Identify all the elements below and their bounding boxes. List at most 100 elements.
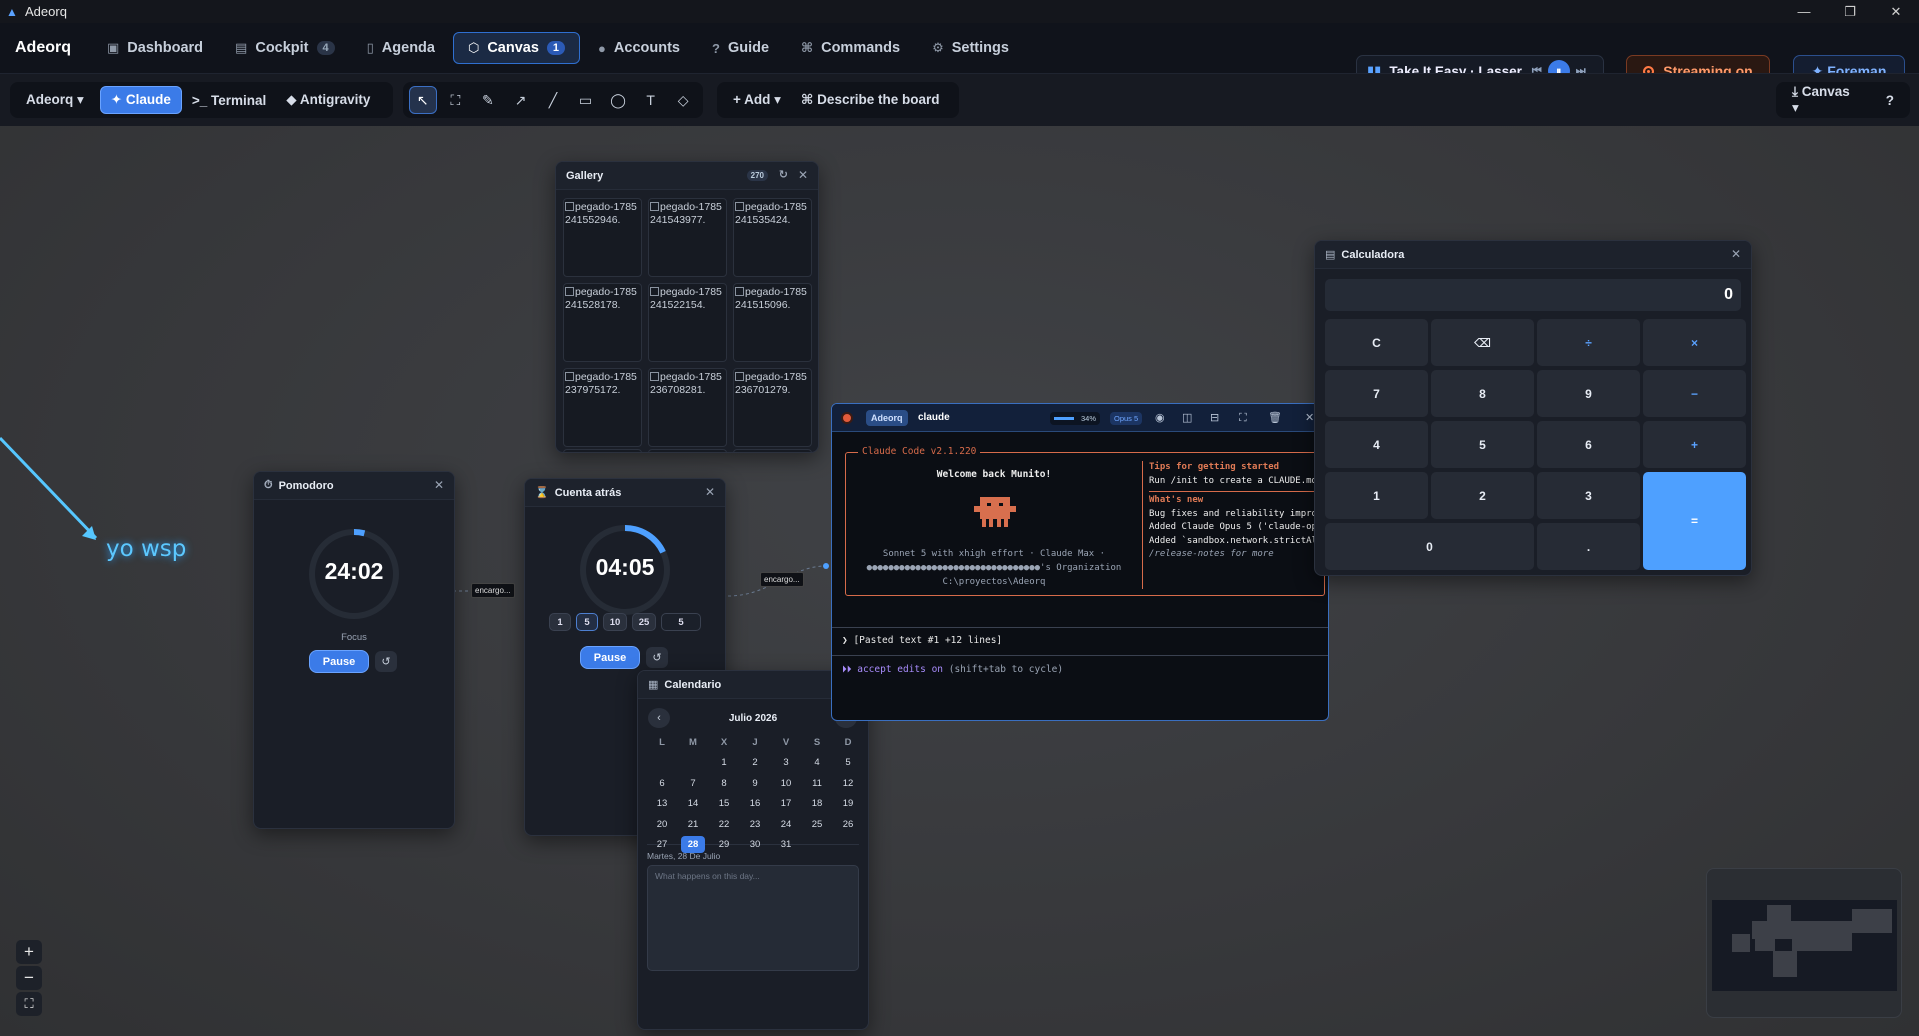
key-three-button[interactable]: 3 [1537,472,1640,519]
prev-month-button[interactable]: ‹ [648,708,670,728]
ellipse-tool-icon[interactable]: ◯ [604,86,632,114]
preset-chip[interactable]: 1 [549,613,571,631]
calendar-day[interactable]: 3 [774,754,798,771]
workspace-selector[interactable]: Adeorq ▾ [16,86,94,114]
minimap[interactable] [1706,868,1902,1018]
calendar-day[interactable]: 10 [774,775,798,792]
close-icon[interactable]: ✕ [705,485,715,499]
countdown-pause-button[interactable]: Pause [580,646,640,669]
key-multiply-button[interactable]: × [1643,319,1746,366]
split-horizontal-icon[interactable]: ⊟ [1210,411,1219,424]
calendar-day[interactable]: 17 [774,795,798,812]
calendar-day[interactable]: 20 [650,816,674,833]
calendar-day[interactable]: 16 [743,795,767,812]
calendar-day[interactable]: 2 [743,754,767,771]
gallery-thumbnail[interactable] [563,449,642,452]
gallery-thumbnail[interactable]: pegado-1785241515096. [733,283,812,362]
key-nine-button[interactable]: 9 [1537,370,1640,417]
gallery-thumbnail[interactable]: pegado-1785241528178. [563,283,642,362]
key-one-button[interactable]: 1 [1325,472,1428,519]
pomodoro-pause-button[interactable]: Pause [309,650,369,673]
calendar-day[interactable]: 9 [743,775,767,792]
close-icon[interactable]: ✕ [434,478,444,492]
pomodoro-reset-button[interactable]: ↺ [375,651,397,672]
key-seven-button[interactable]: 7 [1325,370,1428,417]
countdown-reset-button[interactable]: ↺ [646,647,668,668]
tab-commands[interactable]: ⌘ Commands [787,32,914,64]
key-backspace-button[interactable]: ⌫ [1431,319,1534,366]
preset-chip[interactable]: 25 [632,613,656,631]
calendar-day[interactable]: 13 [650,795,674,812]
maximize-button[interactable]: ❐ [1827,0,1873,23]
split-vertical-icon[interactable]: ◫ [1182,411,1192,424]
terminal-button[interactable]: >_ Terminal [182,86,276,114]
gallery-thumbnail[interactable]: pegado-1785241543977. [648,198,727,277]
calendar-day[interactable]: 21 [681,816,705,833]
trash-icon[interactable]: 🗑 [1268,411,1282,424]
calendar-day[interactable]: 5 [836,754,860,771]
calendar-day[interactable]: 4 [805,754,829,771]
key-five-button[interactable]: 5 [1431,421,1534,468]
refresh-icon[interactable]: ↻ [779,168,788,181]
tab-settings[interactable]: ⚙ Settings [918,32,1023,64]
calendar-day[interactable]: 28 [681,836,705,853]
fit-view-button[interactable]: ⛶ [16,992,42,1016]
calendar-day[interactable]: 29 [712,836,736,853]
calendar-day[interactable]: 7 [681,775,705,792]
select-tool-icon[interactable]: ↖ [409,86,437,114]
preset-chip[interactable]: 5 [576,613,598,631]
calendar-day[interactable]: 18 [805,795,829,812]
zoom-in-button[interactable]: + [16,940,42,964]
edge-label[interactable]: encargo... [760,572,804,587]
pencil-tool-icon[interactable]: ✎ [474,86,502,114]
describe-board-button[interactable]: ⌘ Describe the board [791,86,950,114]
calendar-day[interactable]: 31 [774,836,798,853]
calendar-day[interactable]: 11 [805,775,829,792]
frame-tool-icon[interactable]: ⛶ [442,86,470,114]
help-button[interactable]: ? [1876,86,1904,114]
close-icon[interactable]: ✕ [1731,247,1741,261]
gallery-thumbnail[interactable]: pegado-1785241522154. [648,283,727,362]
calendar-day[interactable]: 14 [681,795,705,812]
key-four-button[interactable]: 4 [1325,421,1428,468]
key-minus-button[interactable]: − [1643,370,1746,417]
tab-accounts[interactable]: ● Accounts [584,32,694,64]
gallery-thumbnail[interactable]: pegado-1785236708281. [648,368,727,447]
close-icon[interactable]: ✕ [798,168,808,182]
gallery-thumbnail[interactable] [733,449,812,452]
rectangle-tool-icon[interactable]: ▭ [572,86,600,114]
calendar-day[interactable]: 19 [836,795,860,812]
calendar-day[interactable]: 15 [712,795,736,812]
gallery-thumbnail[interactable]: pegado-1785237975172. [563,368,642,447]
calendar-day[interactable]: 30 [743,836,767,853]
key-two-button[interactable]: 2 [1431,472,1534,519]
board-canvas[interactable]: yo wsp encargo... encargo... Gallery 270… [0,126,1919,1036]
line-tool-icon[interactable]: ╱ [539,86,567,114]
gallery-thumbnail[interactable] [648,449,727,452]
tab-cockpit[interactable]: ▤ Cockpit 4 [221,32,349,64]
tab-guide[interactable]: ? Guide [698,32,783,64]
minutes-input[interactable]: 5 [661,613,701,631]
gallery-thumbnail[interactable]: pegado-1785236701279. [733,368,812,447]
key-six-button[interactable]: 6 [1537,421,1640,468]
arrow-tool-icon[interactable]: ↗ [507,86,535,114]
add-menu-button[interactable]: + Add ▾ [723,86,791,114]
calendar-day[interactable]: 27 [650,836,674,853]
close-icon[interactable]: ✕ [1305,411,1314,424]
key-divide-button[interactable]: ÷ [1537,319,1640,366]
key-plus-button[interactable]: + [1643,421,1746,468]
gallery-thumbnail[interactable]: pegado-1785241535424. [733,198,812,277]
close-window-button[interactable]: ✕ [1873,0,1919,23]
tab-agenda[interactable]: ▯ Agenda [353,32,449,64]
expand-icon[interactable]: ⛶ [1239,411,1247,425]
day-note-textarea[interactable]: What happens on this day... [647,865,859,971]
key-decimal-button[interactable]: . [1537,523,1640,570]
claude-button[interactable]: ✦ Claude [99,86,182,114]
calendar-day[interactable]: 8 [712,775,736,792]
canvas-menu-button[interactable]: ⤓ Canvas ▾ [1782,84,1868,115]
key-zero-button[interactable]: 0 [1325,523,1534,570]
key-equals-button[interactable]: = [1643,472,1746,570]
tab-canvas[interactable]: ⬡ Canvas 1 [452,32,581,64]
calendar-day[interactable]: 12 [836,775,860,792]
key-eight-button[interactable]: 8 [1431,370,1534,417]
